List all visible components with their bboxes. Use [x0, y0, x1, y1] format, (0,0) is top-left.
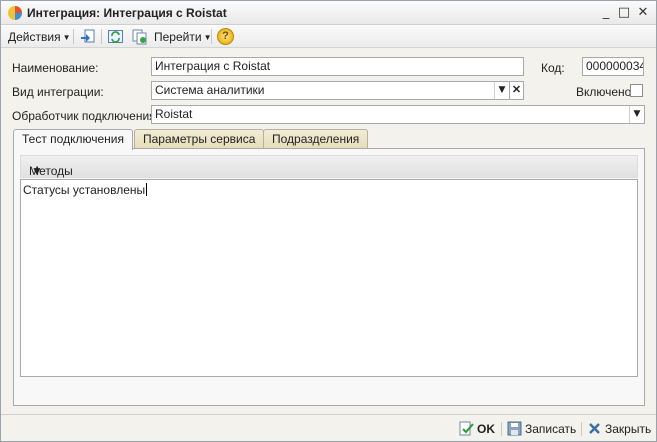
ok-label: OK	[477, 422, 495, 436]
post-and-close-icon[interactable]	[79, 28, 96, 45]
clear-icon[interactable]: ✕	[509, 81, 524, 100]
ok-check-icon	[459, 421, 474, 436]
toolbar-separator	[211, 29, 212, 44]
chevron-down-icon: ▼	[31, 164, 43, 178]
integration-type-dropdown-button[interactable]: ▼	[494, 82, 509, 99]
toolbar-separator	[73, 29, 74, 44]
text-cursor	[146, 183, 148, 196]
save-disk-icon	[507, 421, 522, 436]
help-icon[interactable]: ?	[217, 28, 234, 45]
ok-button[interactable]: OK	[459, 420, 497, 438]
window-title: Интеграция: Интеграция с Roistat	[27, 6, 227, 20]
toolbar-separator	[101, 29, 102, 44]
integration-type-label: Вид интеграции:	[12, 85, 104, 99]
toolbar: Действия ▼ Перейти ▼ ?	[1, 25, 656, 48]
enabled-checkbox[interactable]	[630, 84, 643, 97]
handler-value: Roistat	[155, 107, 193, 121]
save-button[interactable]: Записать	[507, 420, 577, 438]
chevron-down-icon: ▼	[62, 33, 71, 42]
tab-service-parameters[interactable]: Параметры сервиса	[134, 129, 265, 149]
code-field[interactable]: 000000034	[582, 57, 644, 76]
test-result-text: Статусы установлены	[23, 183, 146, 197]
footer-separator	[501, 422, 502, 436]
refresh-icon[interactable]	[107, 28, 124, 45]
copy-document-icon[interactable]	[131, 28, 148, 45]
goto-menu-label: Перейти	[154, 30, 202, 44]
goto-menu-button[interactable]: Перейти ▼	[154, 28, 211, 46]
tab-panel-connection-test: Методы интеграции▼ Статусы установлены	[13, 148, 645, 406]
footer-separator	[581, 422, 582, 436]
footer-bar: OK Записать Закрыть	[1, 414, 656, 441]
close-label: Закрыть	[605, 422, 652, 436]
handler-label: Обработчик подключения:	[12, 109, 159, 123]
close-window-button[interactable]: ✕	[635, 5, 651, 21]
close-icon	[589, 423, 600, 434]
enabled-label: Включено	[576, 85, 632, 99]
save-label: Записать	[525, 422, 577, 436]
integration-type-select[interactable]: Система аналитики	[151, 81, 510, 100]
integration-methods-menu[interactable]: Методы интеграции▼	[20, 155, 638, 192]
tab-departments[interactable]: Подразделения	[263, 129, 369, 149]
test-result-textarea[interactable]: Статусы установлены	[20, 179, 638, 377]
name-label: Наименование:	[12, 61, 99, 75]
handler-select[interactable]: Roistat	[151, 105, 645, 124]
code-label: Код:	[541, 61, 565, 75]
integration-type-value: Система аналитики	[155, 83, 265, 97]
title-bar: Интеграция: Интеграция с Roistat _ □ ✕	[1, 1, 656, 25]
actions-menu-button[interactable]: Действия ▼	[8, 28, 71, 46]
maximize-button[interactable]: □	[616, 5, 632, 21]
form-window: Интеграция: Интеграция с Roistat _ □ ✕ Д…	[0, 0, 657, 442]
app-logo-icon	[8, 6, 22, 20]
close-button[interactable]: Закрыть	[587, 420, 651, 438]
handler-dropdown-button[interactable]: ▼	[629, 106, 644, 123]
minimize-button[interactable]: _	[598, 5, 614, 21]
name-field[interactable]: Интеграция с Roistat	[151, 57, 524, 76]
actions-menu-label: Действия	[8, 30, 61, 44]
tab-connection-test[interactable]: Тест подключения	[13, 129, 133, 150]
